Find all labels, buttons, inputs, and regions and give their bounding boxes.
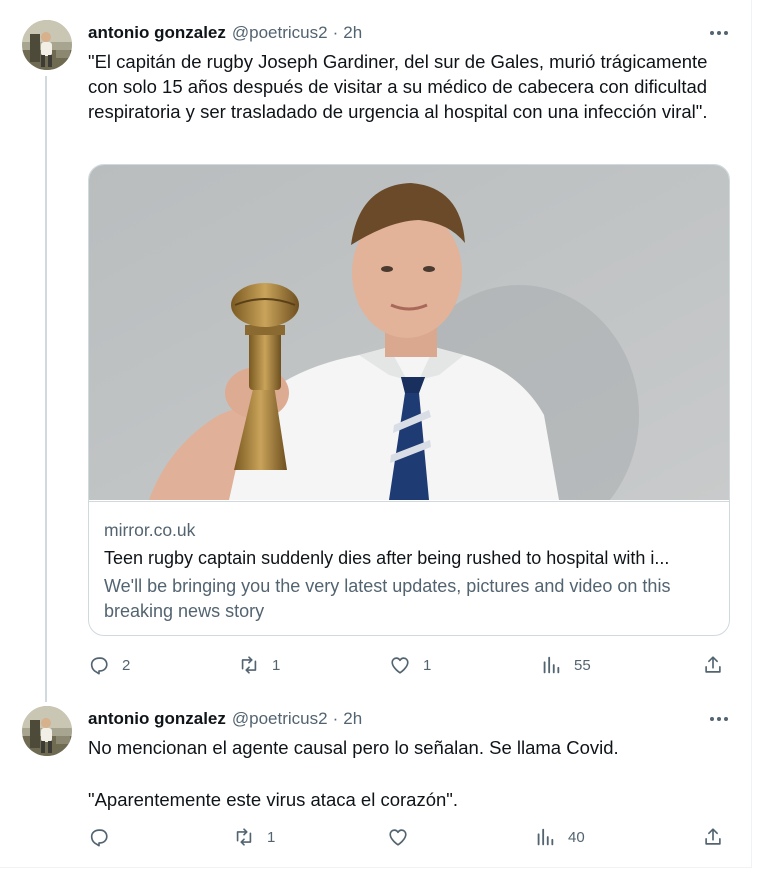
separator-dot: ·: [332, 23, 339, 42]
separator-dot: ·: [332, 709, 339, 728]
views-button[interactable]: 55: [540, 652, 591, 678]
retweet-count: 1: [267, 828, 276, 846]
retweet-icon: [236, 828, 252, 846]
author-name[interactable]: antonio gonzalez: [88, 23, 226, 43]
views-count: 55: [574, 656, 591, 674]
avatar-image: [22, 20, 72, 70]
tweet-text: "El capitán de rugby Joseph Gardiner, de…: [88, 51, 708, 122]
action-bar: 1 40: [88, 824, 728, 850]
tweet-timestamp[interactable]: 2h: [343, 23, 362, 43]
views-button[interactable]: 40: [534, 824, 585, 850]
share-icon: [705, 656, 721, 673]
tweet-header: antonio gonzalez @poetricus2 · 2h: [88, 22, 362, 44]
link-card[interactable]: mirror.co.uk Teen rugby captain suddenly…: [88, 164, 730, 636]
tweet-1[interactable]: antonio gonzalez @poetricus2 · 2h "El ca…: [0, 0, 752, 700]
link-card-image: [89, 165, 729, 500]
reply-button[interactable]: [88, 824, 122, 850]
author-handle[interactable]: @poetricus2: [232, 23, 328, 43]
more-dots-icon: [710, 717, 714, 721]
more-options-button[interactable]: [706, 23, 732, 43]
tweet-header: antonio gonzalez @poetricus2 · 2h: [88, 708, 362, 730]
share-button[interactable]: [702, 652, 724, 678]
author-name[interactable]: antonio gonzalez: [88, 709, 226, 729]
views-count: 40: [568, 828, 585, 846]
retweet-count: 1: [272, 656, 281, 674]
retweet-icon: [241, 656, 257, 674]
reply-icon: [90, 657, 108, 675]
like-count: 1: [423, 656, 432, 674]
views-chart-icon: [537, 828, 554, 846]
like-button[interactable]: 1: [389, 652, 431, 678]
avatar-image: [22, 706, 72, 756]
tweet-text-paragraph-2: "Aparentemente este virus ataca el coraz…: [88, 789, 458, 810]
avatar[interactable]: [22, 20, 72, 70]
heart-icon: [391, 657, 409, 674]
link-card-title: Teen rugby captain suddenly dies after b…: [104, 548, 670, 568]
link-card-domain: mirror.co.uk: [104, 520, 196, 540]
heart-icon: [389, 829, 407, 846]
views-chart-icon: [543, 656, 560, 674]
action-bar: 2 1 1 55: [88, 652, 728, 678]
retweet-button[interactable]: 1: [233, 824, 275, 850]
reply-icon: [90, 829, 108, 847]
reply-button[interactable]: 2: [88, 652, 130, 678]
tweet-2[interactable]: antonio gonzalez @poetricus2 · 2h No men…: [0, 700, 752, 868]
share-icon: [705, 828, 721, 845]
tweet-text-paragraph-1: No mencionan el agente causal pero lo se…: [88, 737, 619, 758]
like-button[interactable]: [387, 824, 421, 850]
avatar[interactable]: [22, 706, 72, 756]
author-handle[interactable]: @poetricus2: [232, 709, 328, 729]
more-options-button[interactable]: [706, 709, 732, 729]
reply-count: 2: [122, 656, 131, 674]
retweet-button[interactable]: 1: [238, 652, 280, 678]
link-card-body: mirror.co.uk Teen rugby captain suddenly…: [89, 501, 729, 635]
tweet-timestamp[interactable]: 2h: [343, 709, 362, 729]
share-button[interactable]: [702, 824, 724, 850]
link-card-description: We'll be bringing you the very latest up…: [104, 576, 671, 621]
more-dots-icon: [710, 31, 714, 35]
